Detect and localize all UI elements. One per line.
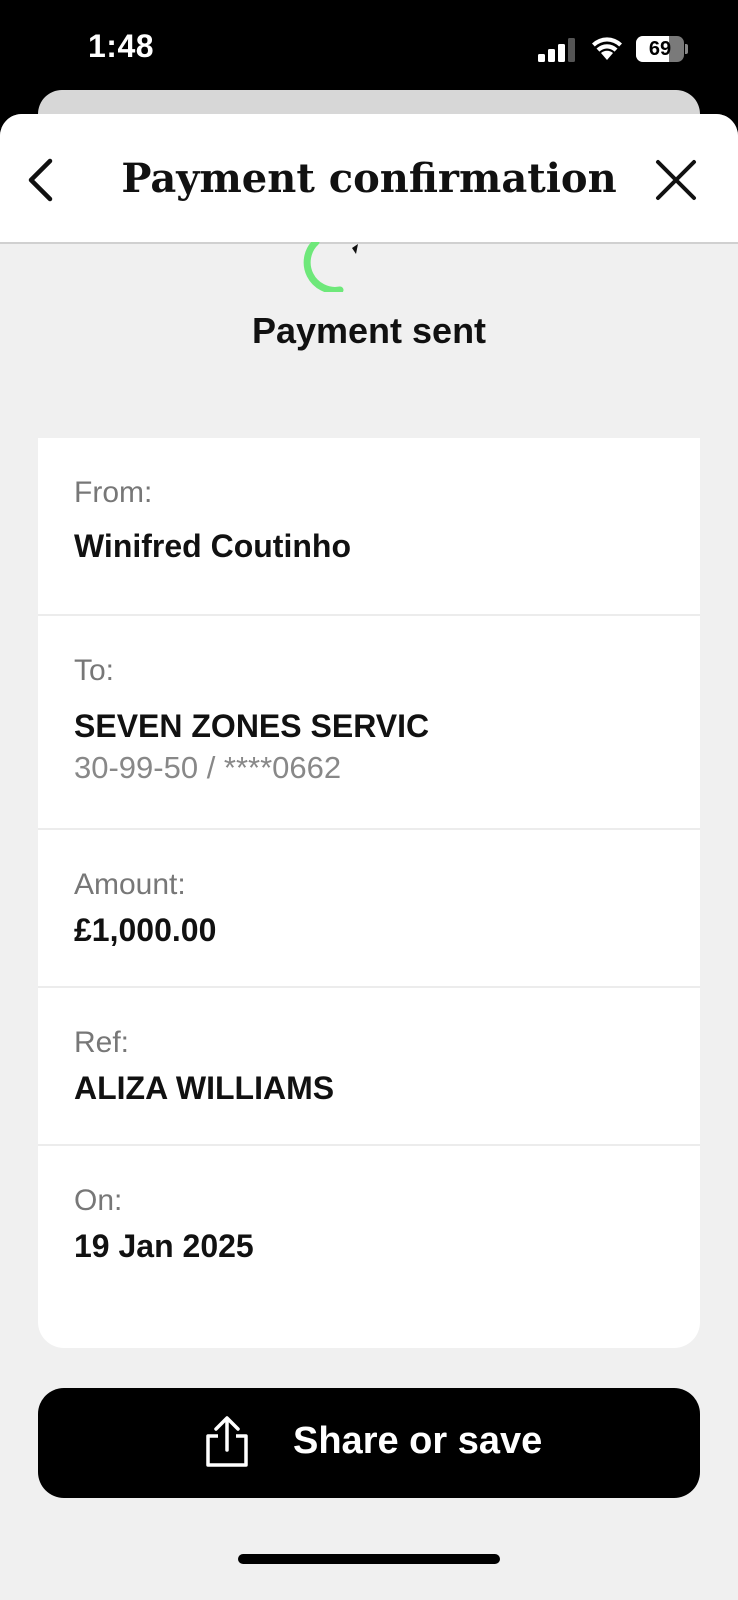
- date-row: On: 19 Jan 2025: [38, 1146, 700, 1348]
- from-value: Winifred Coutinho: [74, 528, 351, 564]
- from-row: From: Winifred Coutinho: [38, 438, 700, 616]
- battery-icon: 69: [636, 36, 688, 62]
- page-title: Payment confirmation: [121, 155, 617, 202]
- battery-percentage: 69: [648, 38, 672, 60]
- ref-row: Ref: ALIZA WILLIAMS: [38, 988, 700, 1146]
- wifi-icon: [592, 37, 622, 60]
- navigation-bar: Payment confirmation: [0, 114, 738, 244]
- status-bar: 1:48 69: [0, 0, 738, 100]
- checkmark-circle-icon: [303, 242, 358, 292]
- back-button[interactable]: [14, 152, 66, 208]
- to-value: SEVEN ZONES SERVIC: [74, 708, 430, 744]
- share-or-save-label: Share or save: [293, 1420, 543, 1462]
- to-row: To: SEVEN ZONES SERVIC 30-99-50 / ****06…: [38, 616, 700, 830]
- date-label: On:: [74, 1184, 123, 1217]
- payment-status-title: Payment sent: [251, 310, 487, 351]
- share-icon: [206, 1416, 248, 1467]
- chevron-left-icon: [28, 158, 53, 202]
- ref-label: Ref:: [74, 1026, 130, 1059]
- payment-confirmation-sheet: Payment confirmation Payment sent From: …: [0, 114, 738, 1600]
- close-icon: [656, 160, 696, 200]
- amount-label: Amount:: [74, 868, 186, 901]
- to-account-number: 30-99-50 / ****0662: [74, 750, 342, 785]
- amount-value: £1,000.00: [74, 912, 217, 948]
- from-label: From:: [74, 476, 153, 509]
- share-or-save-button[interactable]: Share or save: [38, 1388, 700, 1498]
- cellular-signal-icon: [538, 38, 575, 62]
- home-indicator[interactable]: [238, 1554, 500, 1564]
- to-label: To:: [74, 654, 115, 687]
- date-value: 19 Jan 2025: [74, 1228, 254, 1264]
- status-time: 1:48: [88, 28, 155, 64]
- payment-details-card: From: Winifred Coutinho To: SEVEN ZONES …: [38, 438, 700, 1348]
- amount-row: Amount: £1,000.00: [38, 830, 700, 988]
- ref-value: ALIZA WILLIAMS: [74, 1070, 335, 1106]
- close-button[interactable]: [648, 152, 704, 208]
